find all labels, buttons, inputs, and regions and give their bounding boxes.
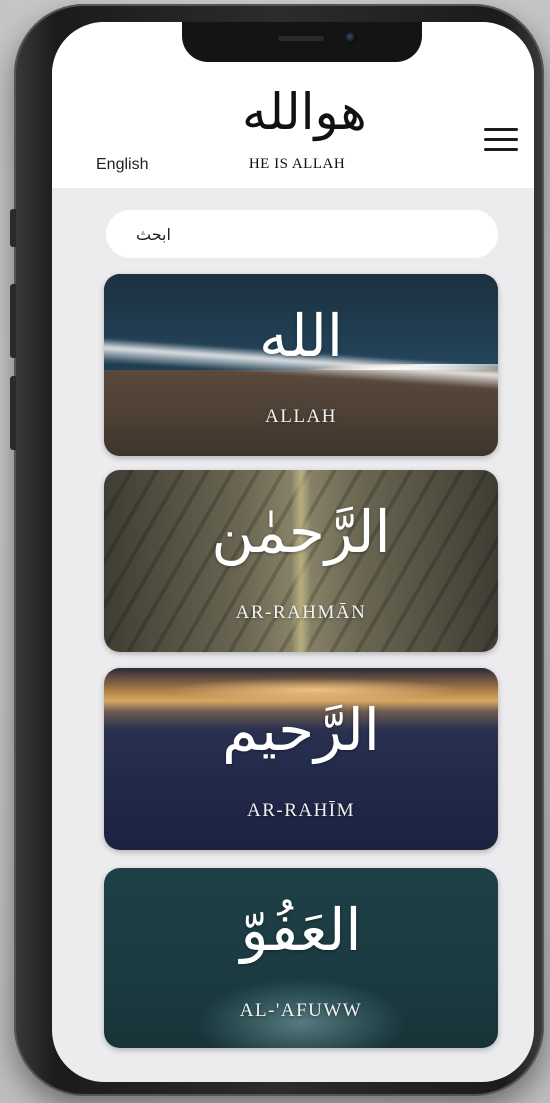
name-arabic: الرَّحيم xyxy=(222,696,380,764)
search-placeholder: ابحث xyxy=(136,224,171,244)
menu-bar xyxy=(484,148,518,151)
language-toggle[interactable]: English xyxy=(96,156,148,174)
name-card-ar-rahim[interactable]: الرَّحيم AR-RAHĪM xyxy=(104,668,498,850)
volume-up-button xyxy=(10,284,16,358)
logo-subtitle: HE IS ALLAH xyxy=(248,156,346,172)
name-latin: AR-RAHMĀN xyxy=(235,602,367,623)
front-camera-icon xyxy=(345,32,357,44)
name-latin: AR-RAHĪM xyxy=(246,800,356,821)
name-arabic: الرَّحمٰن xyxy=(211,498,391,566)
name-card-ar-rahman[interactable]: الرَّحمٰن AR-RAHMĀN xyxy=(104,470,498,652)
name-arabic: الله xyxy=(258,302,344,370)
hamburger-menu-icon[interactable] xyxy=(484,128,518,154)
earpiece-speaker xyxy=(278,36,324,41)
volume-down-button xyxy=(10,376,16,450)
name-arabic: العَفُوّ xyxy=(240,896,362,964)
menu-bar xyxy=(484,128,518,131)
menu-bar xyxy=(484,138,518,141)
search-input[interactable]: ابحث xyxy=(106,210,498,258)
name-latin: ALLAH xyxy=(265,406,337,427)
name-card-al-afuww[interactable]: العَفُوّ AL-'AFUWW xyxy=(104,868,498,1048)
logo-calligraphy: هوالله xyxy=(242,83,367,141)
name-card-allah[interactable]: الله ALLAH xyxy=(104,274,498,456)
name-latin: AL-'AFUWW xyxy=(239,1000,363,1021)
notch xyxy=(182,22,422,62)
app-screen: هوالله HE IS ALLAH English ابحث الله ALL… xyxy=(52,22,534,1082)
mute-switch xyxy=(10,209,16,247)
